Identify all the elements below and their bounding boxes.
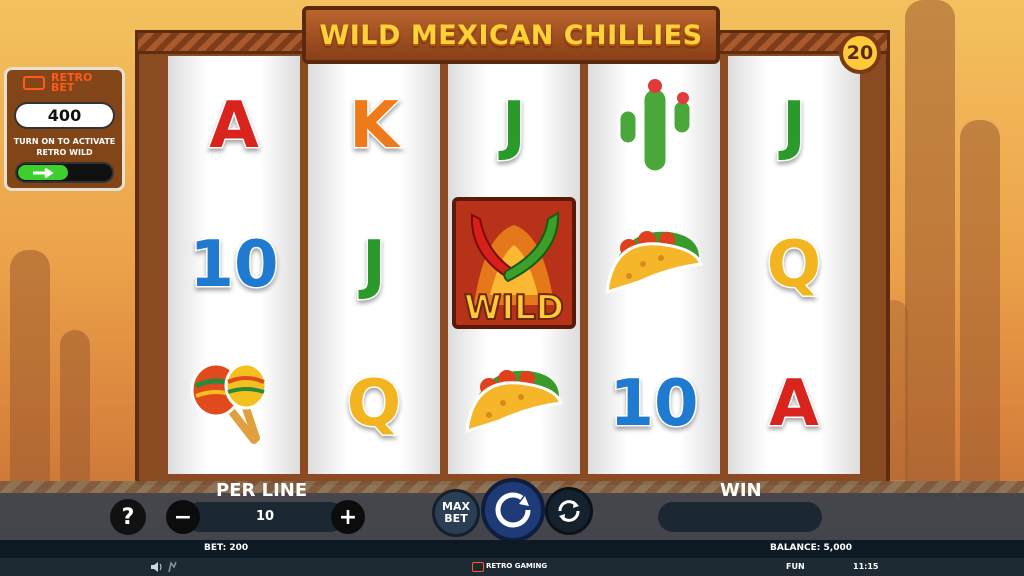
reel-3: J WILD	[448, 56, 580, 474]
symbol-q: Q	[345, 365, 402, 442]
reel-symbol	[588, 56, 720, 195]
retro-bet-panel: RETRO BET 400 TURN ON TO ACTIVATE RETRO …	[4, 67, 125, 191]
reel-1: A 10	[168, 56, 300, 474]
reel-symbol: 10	[168, 195, 300, 334]
background-cactus	[10, 250, 50, 490]
retro-bet-logo: RETRO BET	[51, 72, 92, 94]
per-line-value: 10	[255, 509, 275, 524]
symbol-j: J	[361, 226, 388, 303]
retro-wild-text-line2: RETRO WILD	[36, 148, 93, 157]
chilli-wild-icon: WILD	[450, 195, 578, 335]
game-title: WILD MEXICAN CHILLIES	[319, 19, 703, 51]
arrow-right-icon	[33, 167, 54, 178]
status-bar: BET: 200 BALANCE: 5,000	[0, 540, 1024, 558]
symbol-j: J	[781, 87, 808, 164]
symbol-a: A	[208, 87, 261, 164]
taco-icon	[599, 218, 709, 312]
autoplay-button[interactable]	[545, 487, 593, 535]
background-cactus	[960, 120, 1000, 500]
reel-symbol: WILD	[448, 195, 580, 334]
minus-button[interactable]: −	[166, 500, 200, 534]
retro-wild-text-line1: TURN ON TO ACTIVATE	[13, 137, 116, 146]
speed-icon[interactable]	[167, 561, 177, 573]
taco-icon	[459, 357, 569, 451]
reel-symbol: K	[308, 56, 440, 195]
reel-symbol: 10	[588, 334, 720, 473]
background-cactus	[60, 330, 90, 490]
reel-symbol: J	[728, 56, 860, 195]
balance-display: BALANCE: 5,000	[770, 543, 853, 553]
reel-symbol: A	[168, 56, 300, 195]
reel-symbol: Q	[308, 334, 440, 473]
retro-bet-logo-line2: BET	[51, 81, 75, 94]
minus-label: −	[173, 504, 193, 530]
paylines-badge: 20	[839, 32, 881, 74]
symbol-j: J	[501, 87, 528, 164]
retro-gaming-logo-icon	[472, 562, 484, 572]
autoplay-icon	[558, 500, 580, 522]
reel-symbol: J	[308, 195, 440, 334]
retro-wild-toggle[interactable]	[15, 162, 114, 183]
spin-icon	[495, 492, 531, 528]
reel-5: JQA	[728, 56, 860, 474]
symbol-10: 10	[188, 226, 280, 303]
background-cactus	[905, 0, 955, 500]
maracas-icon	[184, 352, 284, 456]
mode-display: FUN	[786, 562, 805, 571]
plus-button[interactable]: +	[331, 500, 365, 534]
wild-label: WILD	[464, 288, 564, 328]
plus-label: +	[338, 504, 358, 530]
reel-symbol	[168, 334, 300, 473]
reel-2: KJQ	[308, 56, 440, 474]
win-label: WIN	[720, 480, 762, 501]
retro-gaming-brand: RETRO GAMING	[486, 562, 548, 570]
reel-symbol: J	[448, 56, 580, 195]
cactus-icon	[609, 74, 699, 178]
sound-icon[interactable]	[150, 561, 162, 573]
help-label: ?	[121, 504, 135, 530]
reel-symbol: Q	[728, 195, 860, 334]
per-line-label: PER LINE	[216, 480, 308, 501]
symbol-k: K	[348, 87, 401, 164]
symbol-10: 10	[608, 365, 700, 442]
clock-display: 11:15	[853, 562, 879, 571]
spin-button[interactable]	[481, 478, 545, 542]
retro-bet-logo-icon	[23, 76, 45, 90]
max-bet-label-line2: BET	[444, 512, 468, 525]
help-button[interactable]: ?	[110, 499, 146, 535]
max-bet-button[interactable]: MAX BET	[432, 489, 480, 537]
reel-symbol: A	[728, 334, 860, 473]
symbol-q: Q	[765, 226, 822, 303]
retro-bet-value: 400	[14, 102, 115, 129]
bet-display: BET: 200	[204, 543, 249, 553]
reel-symbol	[588, 195, 720, 334]
footer-bar: RETRO GAMING FUN 11:15	[0, 558, 1024, 576]
win-field	[658, 502, 822, 532]
symbol-a: A	[768, 365, 821, 442]
reel-symbol	[448, 334, 580, 473]
game-title-plate: WILD MEXICAN CHILLIES	[302, 6, 720, 64]
toggle-knob	[18, 165, 68, 180]
reel-4: 10	[588, 56, 720, 474]
